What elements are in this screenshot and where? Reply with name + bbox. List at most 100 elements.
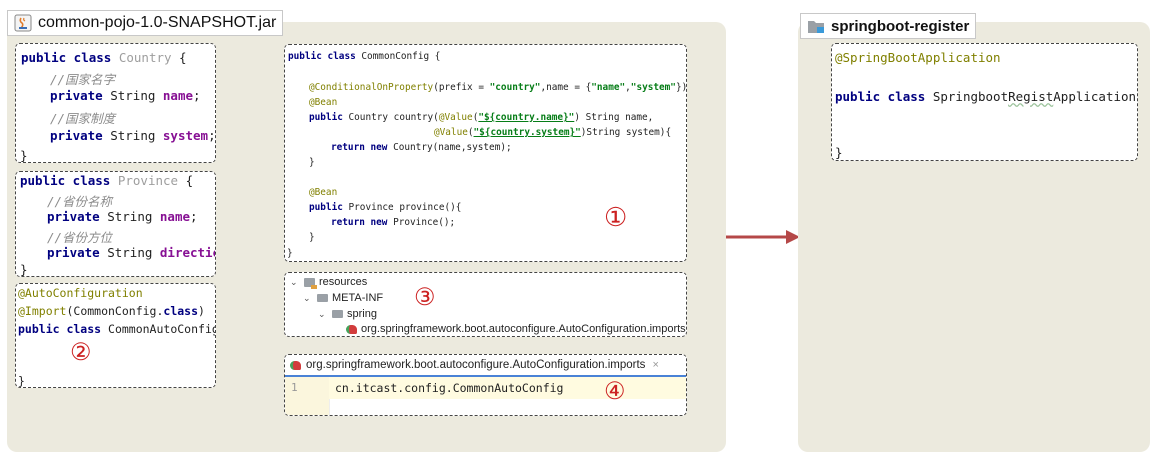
jar-tab[interactable]: common-pojo-1.0-SNAPSHOT.jar bbox=[7, 10, 284, 36]
jar-file-icon bbox=[14, 14, 32, 32]
editor-line-content[interactable]: cn.itcast.config.CommonAutoConfig bbox=[335, 381, 563, 395]
code-line: public class Province { bbox=[20, 173, 215, 188]
class-name: CommonAutoConfig { bbox=[108, 322, 216, 336]
code-text: ; bbox=[208, 128, 216, 143]
code-comment: //省份名称 bbox=[47, 194, 113, 209]
keyword: public bbox=[309, 202, 349, 213]
annotation: @Bean bbox=[309, 97, 338, 108]
chevron-down-icon[interactable]: ⌄ bbox=[303, 293, 313, 304]
annotation: @SpringBootApplication bbox=[835, 50, 1001, 65]
class-name: Application { bbox=[1053, 89, 1137, 104]
editor-tab[interactable]: org.springframework.boot.autoconfigure.A… bbox=[285, 355, 686, 377]
keyword: public class bbox=[20, 173, 118, 188]
closing-brace: } bbox=[18, 374, 25, 388]
field-name: direction bbox=[159, 245, 215, 260]
code-text: { bbox=[178, 173, 194, 188]
step-marker-1: ① bbox=[604, 203, 628, 233]
imports-file-icon bbox=[346, 324, 357, 334]
closing-brace: } bbox=[287, 248, 293, 259]
jar-tab-title: common-pojo-1.0-SNAPSHOT.jar bbox=[38, 14, 277, 31]
code-text: ; bbox=[190, 209, 198, 224]
closing-brace: } bbox=[20, 148, 28, 163]
chevron-down-icon[interactable]: ⌄ bbox=[318, 309, 328, 320]
province-class-box: public class Province { //省份名称 private S… bbox=[15, 171, 216, 277]
tree-item-meta-inf[interactable]: ⌄ META-INF bbox=[303, 292, 383, 304]
code-line: public class SpringbootRegistApplication… bbox=[835, 89, 1137, 104]
class-name: Springboot bbox=[932, 89, 1009, 104]
keyword: return new bbox=[331, 142, 394, 153]
code-line: @Import(CommonConfig.class) bbox=[18, 304, 215, 318]
keyword: public class bbox=[288, 51, 362, 62]
code-text: Country country( bbox=[348, 112, 439, 123]
line-number: 1 bbox=[291, 381, 298, 394]
code-line: return new Country(name,system); bbox=[331, 142, 686, 153]
type-name: String bbox=[107, 209, 160, 224]
code-line: private String name; bbox=[50, 88, 215, 103]
code-text: Province(); bbox=[393, 217, 456, 228]
folder-icon bbox=[317, 294, 328, 302]
closing-brace: } bbox=[835, 145, 843, 160]
code-comment: //省份方位 bbox=[47, 230, 113, 245]
annotation: @Value bbox=[434, 127, 468, 138]
chevron-down-icon[interactable]: ⌄ bbox=[290, 277, 300, 288]
code-text: (prefix = bbox=[433, 82, 490, 93]
keyword: public bbox=[309, 112, 349, 123]
type-name: String bbox=[110, 128, 163, 143]
resources-folder-icon bbox=[304, 277, 317, 289]
tree-label: resources bbox=[319, 276, 368, 288]
project-tab-title: springboot-register bbox=[831, 17, 970, 35]
tree-item-spring[interactable]: ⌄ spring bbox=[318, 308, 377, 320]
keyword: private bbox=[50, 88, 111, 103]
code-text: )String system){ bbox=[580, 127, 672, 138]
code-line: public Province province(){ bbox=[309, 202, 686, 213]
string-literal: "country" bbox=[489, 82, 541, 93]
field-name: name bbox=[159, 209, 191, 224]
code-line: private String system; bbox=[50, 128, 215, 143]
class-name: Regist bbox=[1008, 89, 1054, 104]
project-tab[interactable]: springboot-register bbox=[800, 13, 977, 39]
type-name: String bbox=[110, 88, 163, 103]
code-line: public class CommonAutoConfig { bbox=[18, 322, 215, 336]
tree-item-resources[interactable]: ⌄ resources bbox=[290, 276, 368, 289]
code-line: return new Province(); bbox=[331, 217, 686, 228]
code-line: public Country country(@Value("${country… bbox=[309, 112, 686, 123]
arrow-icon bbox=[726, 230, 800, 244]
folder-icon bbox=[332, 310, 343, 318]
code-text: }) bbox=[675, 82, 687, 93]
editor-tab-label: org.springframework.boot.autoconfigure.A… bbox=[306, 359, 646, 371]
annotation: @AutoConfiguration bbox=[18, 286, 143, 300]
keyword: private bbox=[47, 209, 108, 224]
imports-editor-box: org.springframework.boot.autoconfigure.A… bbox=[284, 354, 687, 416]
string-literal: "${country.system}" bbox=[473, 127, 581, 138]
keyword: public class bbox=[835, 89, 933, 104]
code-text: ; bbox=[193, 88, 201, 103]
tree-item-imports-file[interactable]: org.springframework.boot.autoconfigure.A… bbox=[346, 323, 686, 335]
string-literal: "name" bbox=[591, 82, 626, 93]
country-class-box: public class Country { //国家名字 private St… bbox=[15, 43, 216, 163]
tree-label: spring bbox=[347, 308, 377, 320]
module-folder-icon bbox=[808, 21, 824, 33]
keyword: public class bbox=[18, 322, 109, 336]
code-line: private String direction; bbox=[47, 245, 215, 260]
closing-brace: } bbox=[309, 157, 315, 168]
code-text: Province province(){ bbox=[348, 202, 462, 213]
keyword: private bbox=[50, 128, 111, 143]
tree-label: META-INF bbox=[332, 292, 384, 304]
string-literal: "system" bbox=[630, 82, 676, 93]
tree-label: org.springframework.boot.autoconfigure.A… bbox=[361, 323, 686, 335]
closing-brace: } bbox=[20, 262, 28, 277]
step-marker-4: ④ bbox=[604, 377, 626, 405]
annotation: @Import bbox=[18, 304, 67, 318]
code-line: @Value("${country.system}")String system… bbox=[434, 127, 686, 138]
code-text: ) bbox=[198, 304, 205, 318]
closing-brace: } bbox=[309, 232, 315, 243]
keyword: private bbox=[47, 245, 108, 260]
close-icon[interactable]: × bbox=[652, 359, 658, 371]
annotation: @Bean bbox=[309, 187, 338, 198]
code-text: ,name = { bbox=[540, 82, 592, 93]
code-text: ) String name, bbox=[574, 112, 654, 123]
annotation: @Value bbox=[438, 112, 473, 123]
code-line: public class CommonConfig { bbox=[288, 51, 686, 62]
code-comment: //国家制度 bbox=[50, 111, 116, 126]
field-name: system bbox=[162, 128, 209, 143]
